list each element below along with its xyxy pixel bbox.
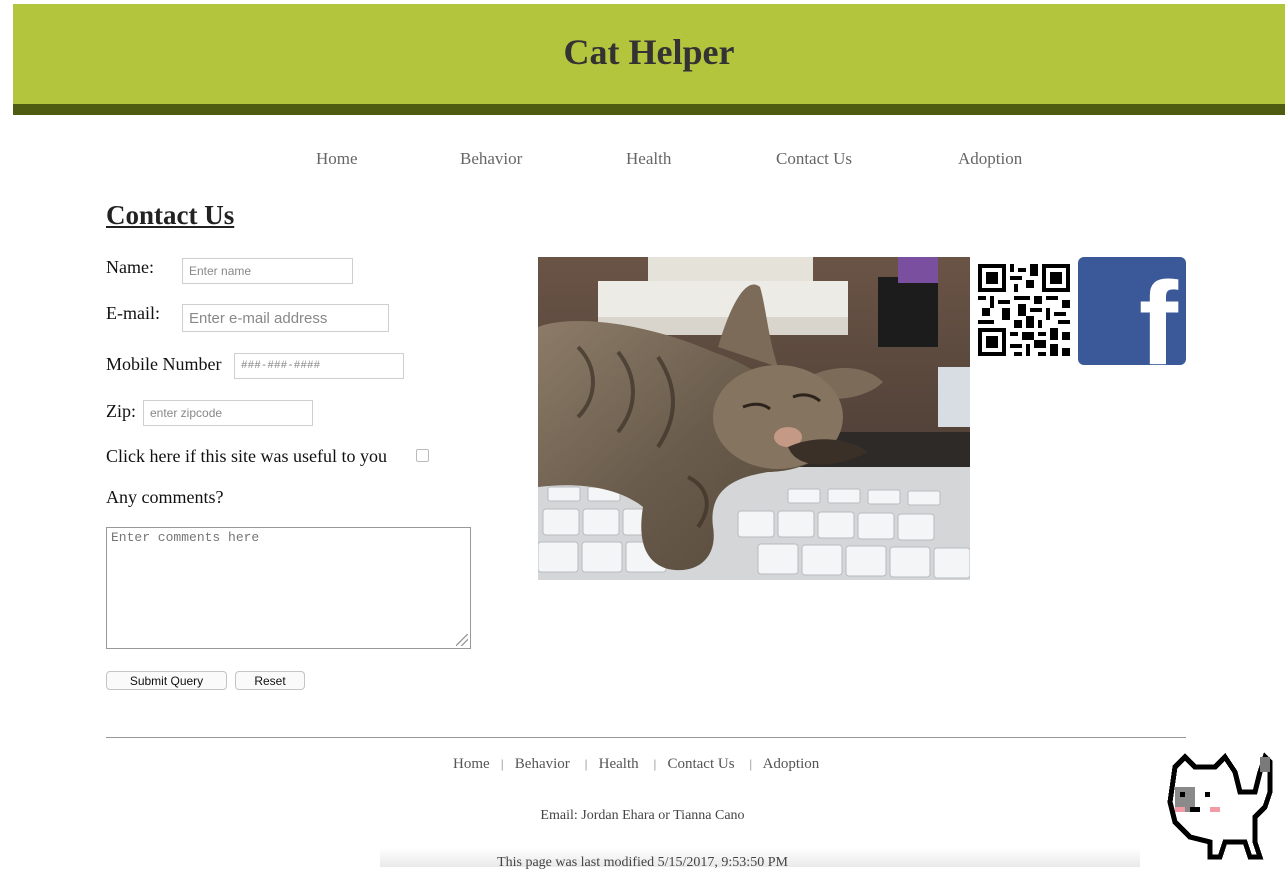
nav-contact-us[interactable]: Contact Us	[776, 149, 852, 169]
site-title: Cat Helper	[563, 32, 735, 72]
submit-button[interactable]: Submit Query	[106, 671, 227, 690]
zip-label: Zip:	[106, 401, 136, 421]
nav-health[interactable]: Health	[626, 149, 671, 169]
useful-checkbox[interactable]	[416, 449, 429, 462]
email-input[interactable]	[182, 304, 389, 332]
footer-nav-contact-us[interactable]: Contact Us	[667, 756, 734, 772]
name-label: Name:	[106, 257, 154, 277]
facebook-icon[interactable]: f	[1078, 257, 1186, 365]
footer-divider	[106, 737, 1186, 738]
footer-separator: |	[749, 756, 753, 771]
comments-textarea[interactable]	[106, 527, 471, 649]
useful-label: Click here if this site was useful to yo…	[106, 446, 387, 466]
footer-email: Email: Jordan Ehara or Tianna Cano	[540, 808, 745, 823]
mobile-input[interactable]	[234, 353, 404, 379]
resize-handle-icon[interactable]	[456, 634, 468, 646]
footer-nav-home[interactable]: Home	[453, 756, 490, 772]
qr-code-icon[interactable]	[978, 264, 1070, 356]
footer-nav: Home | Behavior | Health | Contact Us | …	[453, 756, 819, 773]
nav-home[interactable]: Home	[316, 149, 358, 169]
site-header: Cat Helper	[13, 4, 1285, 104]
reset-button[interactable]: Reset	[235, 671, 305, 690]
last-modified: This page was last modified 5/15/2017, 9…	[497, 855, 788, 870]
footer-separator: |	[584, 756, 588, 771]
comments-label: Any comments?	[106, 487, 224, 507]
footer-separator: |	[653, 756, 657, 771]
email-label: E-mail:	[106, 303, 160, 323]
footer-separator: |	[500, 756, 504, 771]
footer-nav-behavior[interactable]: Behavior	[515, 756, 570, 772]
page-title: Contact Us	[106, 200, 235, 230]
nav-adoption[interactable]: Adoption	[958, 149, 1022, 169]
sleeping-cat-photo	[538, 257, 970, 580]
name-input[interactable]	[182, 258, 353, 284]
facebook-f-glyph: f	[1138, 258, 1178, 365]
pixel-cat-icon	[1167, 752, 1273, 860]
footer-nav-adoption[interactable]: Adoption	[763, 756, 820, 772]
zip-input[interactable]	[143, 400, 313, 426]
nav-behavior[interactable]: Behavior	[460, 149, 522, 169]
footer-nav-health[interactable]: Health	[599, 756, 639, 772]
header-divider	[13, 104, 1285, 115]
mobile-label: Mobile Number	[106, 354, 222, 374]
